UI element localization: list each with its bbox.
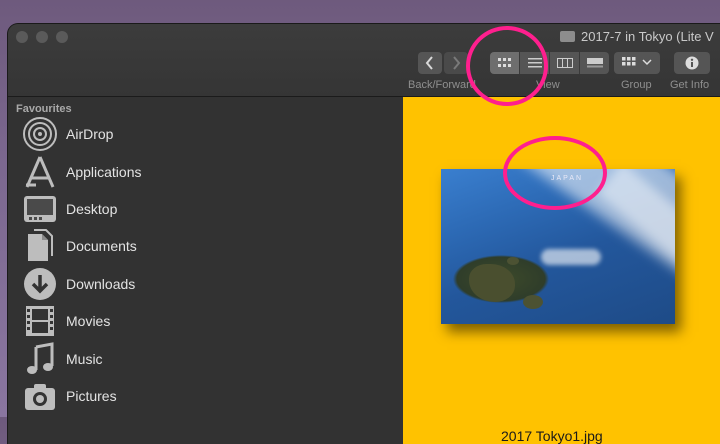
- grid-dropdown-icon: [622, 57, 652, 66]
- photo-island: [469, 264, 515, 302]
- minimize-button[interactable]: [36, 31, 48, 43]
- window-title-area: 2017-7 in Tokyo (Lite V: [560, 29, 714, 44]
- group-button[interactable]: [614, 52, 660, 74]
- sidebar-item-applications[interactable]: Applications: [22, 155, 142, 189]
- folder-icon: [560, 31, 575, 42]
- gallery-view-icon: [586, 58, 603, 68]
- downloads-icon: [24, 268, 56, 300]
- get-info-button[interactable]: [674, 52, 710, 74]
- photo-thumbnail[interactable]: JAPAN: [441, 169, 675, 324]
- list-view-icon: [527, 58, 542, 68]
- sidebar-section-title: Favourites: [16, 103, 72, 115]
- music-icon: [27, 342, 54, 374]
- movies-icon: [26, 306, 54, 336]
- chevron-left-icon: [425, 56, 433, 70]
- sidebar-item-movies[interactable]: Movies: [22, 304, 110, 338]
- sidebar-item-desktop[interactable]: Desktop: [22, 192, 117, 226]
- titlebar: 2017-7 in Tokyo (Lite V Back/Forward Vie…: [8, 24, 720, 97]
- preview-pane: JAPAN 2017 Tokyo1.jpg: [403, 97, 720, 444]
- sidebar-item-downloads[interactable]: Downloads: [22, 267, 135, 301]
- zoom-button[interactable]: [56, 31, 68, 43]
- photo-cloud: [541, 249, 601, 265]
- icon-view-button[interactable]: [490, 52, 520, 74]
- traffic-lights: [16, 31, 68, 43]
- photo-island: [523, 295, 543, 309]
- file-name-label: 2017 Tokyo1.jpg: [501, 428, 603, 444]
- documents-icon: [28, 229, 53, 261]
- sidebar-item-documents[interactable]: Documents: [22, 229, 137, 263]
- sidebar-item-label: Desktop: [66, 201, 118, 217]
- toolbar: Back/Forward View Group Get Info: [8, 52, 720, 96]
- desktop-icon: [24, 196, 56, 222]
- sidebar-item-label: Documents: [66, 238, 137, 254]
- sidebar-item-airdrop[interactable]: AirDrop: [22, 117, 113, 151]
- finder-window: 2017-7 in Tokyo (Lite V Back/Forward Vie…: [8, 24, 720, 444]
- view-mode-control: [490, 52, 609, 74]
- view-label: View: [536, 79, 560, 91]
- sidebar-item-music[interactable]: Music: [22, 342, 103, 376]
- sidebar-item-label: Movies: [66, 313, 111, 329]
- get-info-label: Get Info: [670, 79, 710, 91]
- photo-title-text: JAPAN: [551, 175, 584, 182]
- gallery-view-button[interactable]: [580, 52, 609, 74]
- window-title: 2017-7 in Tokyo (Lite V: [581, 29, 714, 44]
- back-forward-label: Back/Forward: [408, 79, 476, 91]
- group-label: Group: [621, 79, 652, 91]
- photo-island: [507, 257, 519, 265]
- close-button[interactable]: [16, 31, 28, 43]
- list-view-button[interactable]: [520, 52, 550, 74]
- sidebar: Favourites AirDrop Applications Desktop …: [8, 97, 403, 444]
- icon-view-icon: [497, 58, 511, 67]
- sidebar-item-label: Pictures: [66, 388, 117, 404]
- pictures-icon: [25, 384, 55, 410]
- airdrop-icon: [23, 117, 57, 151]
- chevron-right-icon: [453, 56, 461, 70]
- sidebar-item-pictures[interactable]: Pictures: [22, 379, 117, 413]
- sidebar-item-label: Downloads: [66, 276, 136, 292]
- sidebar-item-label: Music: [66, 351, 103, 367]
- forward-button[interactable]: [444, 52, 468, 74]
- column-view-button[interactable]: [550, 52, 580, 74]
- back-button[interactable]: [418, 52, 442, 74]
- column-view-icon: [556, 58, 573, 68]
- applications-icon: [25, 156, 55, 188]
- info-icon: [685, 56, 699, 70]
- sidebar-item-label: Applications: [66, 164, 142, 180]
- sidebar-item-label: AirDrop: [66, 126, 114, 142]
